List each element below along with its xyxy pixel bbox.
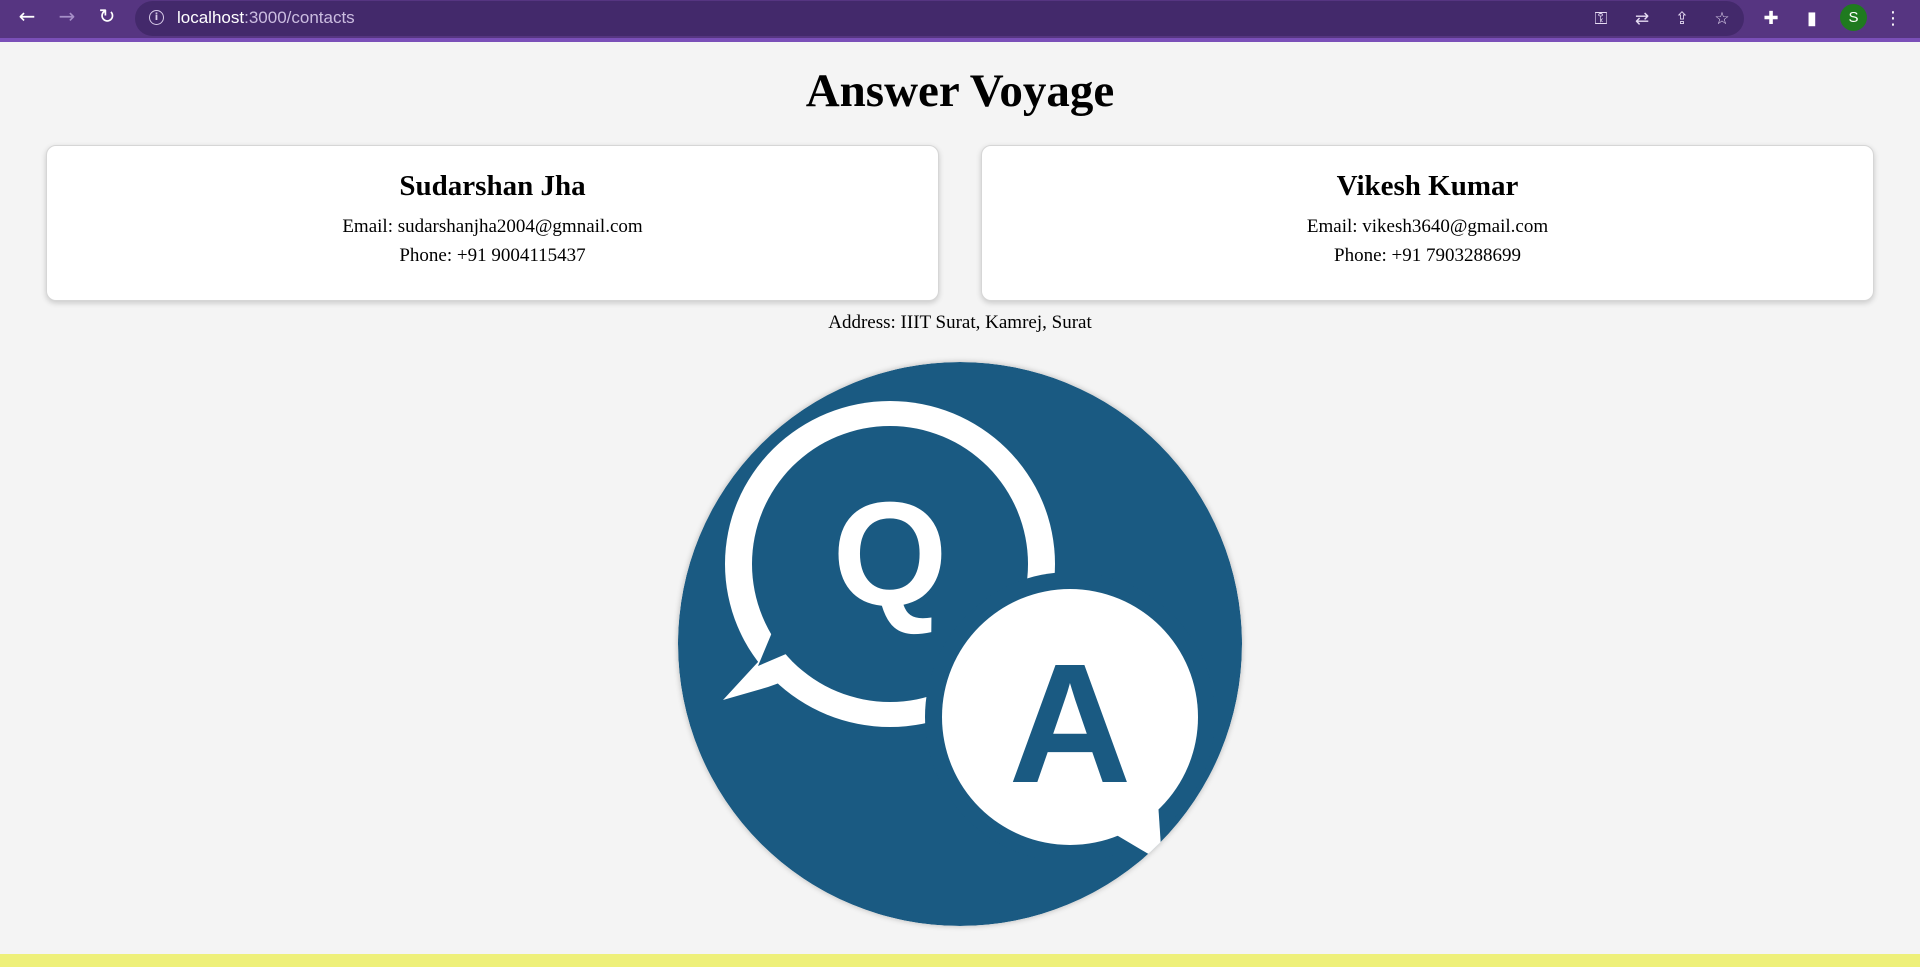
translate-icon[interactable]: ⇄ [1631,8,1653,30]
site-info-icon[interactable]: i [149,10,164,25]
address-text: Address: IIIT Surat, Kamrej, Surat [828,312,1092,333]
profile-avatar[interactable]: S [1840,4,1867,31]
key-icon[interactable]: ⚿ [1590,8,1612,30]
contact-name: Vikesh Kumar [1336,170,1519,202]
page-title: Answer Voyage [805,65,1115,117]
back-arrow-icon[interactable]: ← [14,3,40,29]
address-bar[interactable]: i localhost:3000/contacts ⚿ ⇄ ⇪ ☆ [135,1,1744,36]
contact-name: Sudarshan Jha [399,170,586,202]
menu-dots-icon[interactable]: ⋮ [1880,5,1906,31]
qa-logo: Q A [678,362,1242,926]
url-path: :3000/contacts [244,8,355,27]
a-letter: A [1009,629,1132,819]
page-content: Answer Voyage Sudarshan Jha Email: sudar… [0,42,1920,954]
bookmark-star-icon[interactable]: ☆ [1711,8,1733,30]
side-panel-icon[interactable]: ▮ [1799,5,1825,31]
bottom-strip [0,954,1920,967]
browser-toolbar: ← → ↻ i localhost:3000/contacts ⚿ ⇄ ⇪ ☆ … [0,0,1920,42]
contact-phone: Phone: +91 9004115437 [399,245,586,266]
contact-card: Vikesh Kumar Email: vikesh3640@gmail.com… [981,145,1874,301]
contact-phone: Phone: +91 7903288699 [1334,245,1521,266]
contact-card: Sudarshan Jha Email: sudarshanjha2004@gm… [46,145,939,301]
share-icon[interactable]: ⇪ [1671,8,1693,30]
forward-arrow-icon[interactable]: → [54,3,80,29]
q-letter: Q [832,472,947,637]
extensions-puzzle-icon[interactable]: ✚ [1758,5,1784,31]
contact-email: Email: sudarshanjha2004@gmnail.com [342,216,643,237]
url-host: localhost [177,8,245,27]
reload-icon[interactable]: ↻ [94,3,120,29]
url-text[interactable]: localhost:3000/contacts [177,8,355,28]
contact-email: Email: vikesh3640@gmail.com [1306,216,1549,237]
qa-logo-icon: Q A [678,362,1242,926]
